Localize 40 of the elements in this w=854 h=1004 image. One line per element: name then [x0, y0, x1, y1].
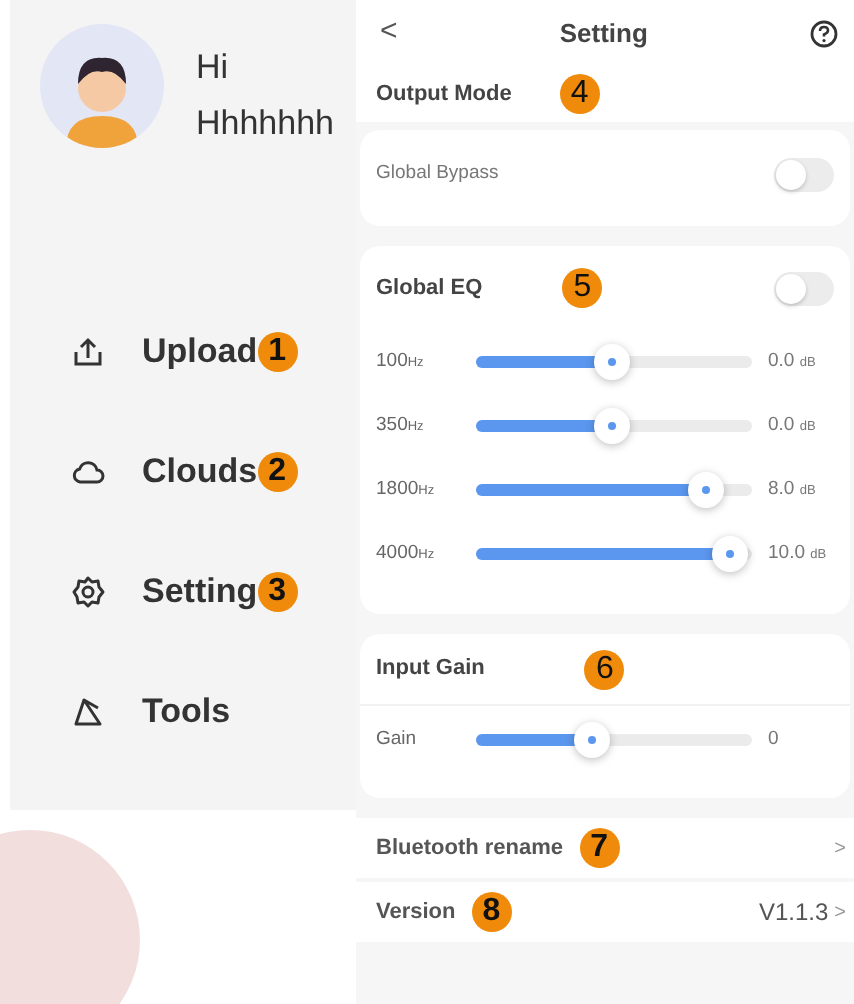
ruler-triangle-icon [70, 694, 106, 730]
slider-thumb[interactable] [573, 722, 610, 758]
chevron-icon: > [834, 897, 846, 927]
number-badge: 6 [584, 649, 625, 689]
setting-label: Global Bypass [376, 159, 501, 188]
slider-thumb[interactable] [593, 344, 630, 380]
row-label: Version [376, 897, 456, 928]
number-badge: 8 [471, 892, 512, 932]
settings-row[interactable]: Version 8 V1.1.3 > [356, 882, 854, 942]
number-badge: 7 [579, 828, 620, 868]
number-badge: 2 [257, 452, 298, 492]
section-title: Global EQ [376, 273, 483, 304]
section-title: Output Mode [376, 79, 512, 110]
setting-label: Gain [376, 725, 419, 754]
number-badge: 4 [559, 74, 600, 114]
slider-thumb[interactable] [593, 408, 630, 444]
back-button[interactable]: < [380, 10, 398, 56]
settings-row[interactable]: Bluetooth rename 7 > [356, 818, 854, 878]
number-badge: 3 [257, 572, 298, 612]
help-icon[interactable] [809, 19, 838, 47]
settings-icon [70, 574, 106, 610]
slider-thumb[interactable] [687, 472, 724, 508]
toggle-switch[interactable] [774, 157, 834, 191]
upload-icon [70, 334, 106, 370]
section-title: Input Gain [376, 654, 485, 685]
toggle-switch[interactable] [774, 271, 834, 305]
number-badge: 5 [562, 268, 603, 308]
chevron-icon: > [834, 833, 846, 863]
menu-item[interactable]: Tools [142, 686, 231, 738]
menu-item[interactable]: Clouds [142, 446, 258, 498]
row-label: Bluetooth rename [376, 833, 564, 864]
menu-item[interactable]: Setting [142, 566, 258, 618]
gain-value: 0 [768, 725, 779, 754]
greeting-text: Hi [196, 46, 231, 90]
number-badge: 1 [257, 332, 298, 372]
version-value: V1.1.3 [758, 896, 829, 930]
slider-thumb[interactable] [711, 536, 748, 572]
username-text: Hhhhhhh [196, 102, 335, 146]
page-title: Setting [559, 15, 648, 52]
menu-item[interactable]: Upload [142, 326, 258, 378]
